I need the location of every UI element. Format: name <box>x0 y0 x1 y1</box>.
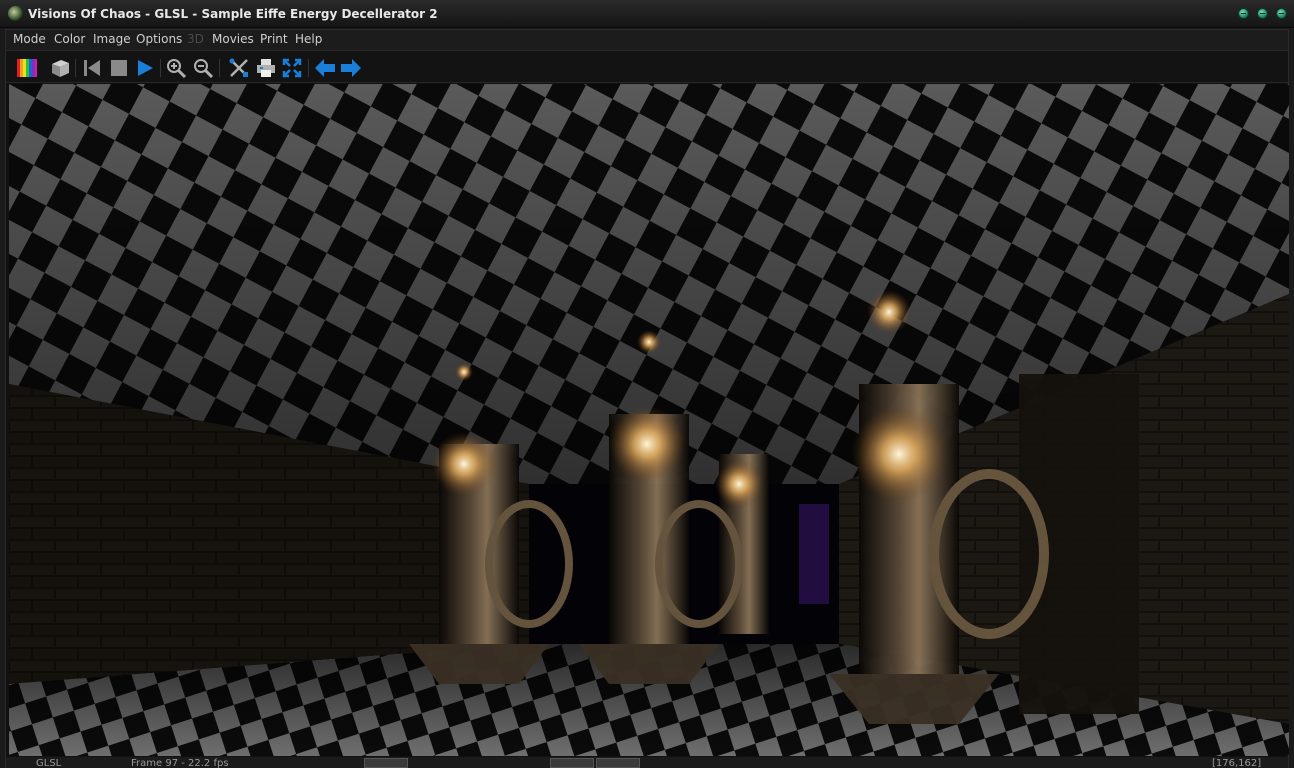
status-pane <box>596 758 640 768</box>
status-mode: GLSL <box>36 758 62 768</box>
back-arrow-icon[interactable] <box>314 57 336 79</box>
status-frame-rate: Frame 97 - 22.2 fps <box>131 758 229 768</box>
menu-help[interactable]: Help <box>295 32 322 46</box>
toolbar-separator <box>308 59 309 77</box>
fractal-render-image <box>9 84 1289 756</box>
play-icon[interactable] <box>134 57 156 79</box>
tools-icon[interactable] <box>228 57 250 79</box>
menu-color[interactable]: Color <box>54 32 85 46</box>
render-viewport[interactable] <box>9 84 1289 756</box>
maximize-icon[interactable] <box>1257 8 1268 19</box>
minimize-icon[interactable] <box>1238 8 1249 19</box>
zoom-out-icon[interactable] <box>192 57 214 79</box>
stop-icon[interactable] <box>108 57 130 79</box>
zoom-in-icon[interactable] <box>165 57 187 79</box>
window-title: Visions Of Chaos - GLSL - Sample Eiffe E… <box>28 7 438 21</box>
menu-3d: 3D <box>187 32 204 46</box>
forward-arrow-icon[interactable] <box>340 57 362 79</box>
fullscreen-icon[interactable] <box>281 57 303 79</box>
color-palette-icon[interactable] <box>16 57 38 79</box>
print-icon[interactable] <box>255 57 277 79</box>
menu-bar: Mode Color Image Options 3D Movies Print… <box>6 30 1288 50</box>
status-bar: GLSL Frame 97 - 22.2 fps [176,162] <box>6 757 1288 768</box>
menu-print[interactable]: Print <box>260 32 288 46</box>
menu-mode[interactable]: Mode <box>13 32 46 46</box>
toolbar-separator <box>160 59 161 77</box>
app-icon[interactable] <box>8 6 23 21</box>
menu-image[interactable]: Image <box>93 32 131 46</box>
status-coords: [176,162] <box>1212 758 1262 768</box>
toolbar <box>6 50 1288 83</box>
status-pane <box>364 758 408 768</box>
close-icon[interactable] <box>1276 8 1287 19</box>
toolbar-separator <box>75 59 76 77</box>
title-bar: Visions Of Chaos - GLSL - Sample Eiffe E… <box>0 0 1294 28</box>
skip-to-start-icon[interactable] <box>81 57 103 79</box>
menu-movies[interactable]: Movies <box>212 32 254 46</box>
toolbar-separator <box>219 59 220 77</box>
status-pane <box>550 758 594 768</box>
menu-options[interactable]: Options <box>136 32 182 46</box>
3d-cube-icon[interactable] <box>49 57 71 79</box>
